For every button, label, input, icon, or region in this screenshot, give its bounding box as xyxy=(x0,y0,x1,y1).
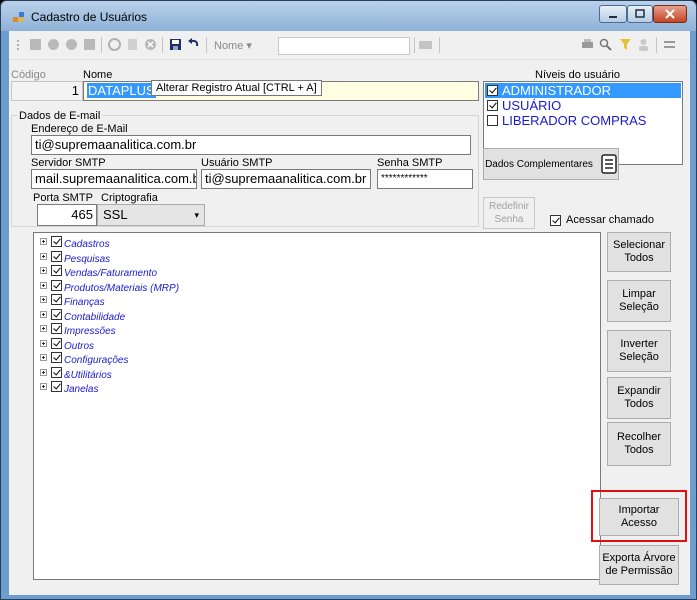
toolbar: Nome ▾ xyxy=(9,31,690,60)
first-record-icon[interactable] xyxy=(29,38,42,51)
expand-icon[interactable] xyxy=(40,252,47,260)
permissions-tree[interactable]: Cadastros Pesquisas Vendas/Faturamento Prod… xyxy=(33,232,601,580)
importar-acesso-button[interactable]: Importar Acesso xyxy=(599,498,679,536)
email-field[interactable]: ti@supremaanalitica.com.br xyxy=(31,135,471,155)
niveis-checkbox-admin[interactable] xyxy=(487,85,498,96)
user-icon[interactable] xyxy=(637,38,650,51)
nome-label: Nome xyxy=(83,69,113,81)
smtp-user-label: Usuário SMTP xyxy=(201,157,273,169)
minimize-button[interactable] xyxy=(599,5,627,23)
tooltip: Alterar Registro Atual [CTRL + A] xyxy=(151,80,322,96)
undo-icon[interactable] xyxy=(187,38,200,51)
niveis-title: Níveis do usuário xyxy=(535,69,620,81)
tree-node-checkbox[interactable] xyxy=(51,236,62,247)
toolbar-separator xyxy=(439,37,440,53)
recolher-todos-button[interactable]: Recolher Todos xyxy=(607,422,671,466)
title-bar: Cadastro de Usuários xyxy=(1,1,696,31)
form-client-area: Nome ▾ Código Nome 1 DATAPLUS Alterar Re… xyxy=(9,31,690,595)
new-record-icon[interactable] xyxy=(108,38,121,51)
toolbar-search-input[interactable] xyxy=(278,37,410,55)
edit-record-icon[interactable] xyxy=(126,38,139,51)
expand-icon[interactable] xyxy=(40,383,47,390)
tree-node-checkbox[interactable] xyxy=(51,366,62,378)
search-icon[interactable] xyxy=(599,38,612,51)
filter-icon[interactable] xyxy=(619,38,632,51)
expand-icon[interactable] xyxy=(40,354,47,361)
tree-node-checkbox[interactable] xyxy=(51,337,62,349)
expand-icon[interactable] xyxy=(40,368,47,376)
crypto-select[interactable]: SSL ▾ xyxy=(97,204,205,226)
keyboard-icon[interactable] xyxy=(419,38,432,51)
app-icon xyxy=(13,12,24,22)
previous-record-icon[interactable] xyxy=(47,38,60,51)
email-group-label: Dados de E-mail xyxy=(17,110,103,122)
crypto-label: Criptografia xyxy=(101,192,158,204)
chevron-down-icon: ▾ xyxy=(194,210,199,220)
toolbar-nome-label: Nome xyxy=(214,40,244,52)
inverter-selecao-button[interactable]: Inverter Seleção xyxy=(607,330,671,372)
dados-complementares-label: Dados Complementares xyxy=(485,158,593,170)
maximize-button[interactable] xyxy=(627,5,653,23)
toolbar-separator xyxy=(414,37,415,53)
smtp-port-field[interactable]: 465 xyxy=(37,204,97,226)
redefinir-senha-button[interactable]: Redefinir Senha xyxy=(483,197,535,229)
main-window: Cadastro de Usuários Nome ▾ Código Nome … xyxy=(0,0,697,600)
toolbar-separator xyxy=(101,37,102,53)
expandir-todos-button[interactable]: Expandir Todos xyxy=(607,377,671,419)
email-label: Endereço de E-Mail xyxy=(31,123,128,135)
codigo-field[interactable]: 1 xyxy=(11,81,83,101)
maximize-icon xyxy=(635,9,645,18)
tree-node-checkbox[interactable] xyxy=(51,352,62,363)
tree-node-checkbox[interactable] xyxy=(51,294,62,305)
tree-node-checkbox[interactable] xyxy=(51,250,62,262)
save-icon[interactable] xyxy=(169,38,182,51)
close-button[interactable] xyxy=(653,5,687,23)
expand-icon[interactable] xyxy=(40,238,47,245)
crypto-value: SSL xyxy=(103,207,128,222)
smtp-port-label: Porta SMTP xyxy=(33,192,93,204)
document-icon xyxy=(601,154,617,174)
menu-icon[interactable] xyxy=(663,38,676,51)
niveis-checkbox-liberador[interactable] xyxy=(487,115,498,126)
window-title: Cadastro de Usuários xyxy=(31,10,148,24)
selecionar-todos-button[interactable]: Selecionar Todos xyxy=(607,232,671,272)
tree-node-checkbox[interactable] xyxy=(51,308,62,320)
toolbar-separator xyxy=(656,37,657,53)
tree-node-label: Janelas xyxy=(64,384,99,395)
delete-record-icon[interactable] xyxy=(144,38,157,51)
codigo-label: Código xyxy=(11,69,46,81)
expand-icon[interactable] xyxy=(40,325,47,332)
exporta-arvore-button[interactable]: Exporta Árvore de Permissão xyxy=(599,545,679,585)
expand-icon[interactable] xyxy=(40,281,47,289)
toolbar-nome-dropdown[interactable]: Nome ▾ xyxy=(214,39,252,52)
tree-node-checkbox[interactable] xyxy=(51,323,62,334)
next-record-icon[interactable] xyxy=(65,38,78,51)
expand-icon[interactable] xyxy=(40,310,47,318)
grip-icon xyxy=(17,40,19,50)
tree-node-checkbox[interactable] xyxy=(51,265,62,276)
expand-icon[interactable] xyxy=(40,339,47,347)
print-icon[interactable] xyxy=(581,38,594,51)
smtp-pass-field[interactable]: ************ xyxy=(377,169,473,189)
close-icon xyxy=(665,9,675,19)
niveis-item-liberador[interactable]: LIBERADOR COMPRAS xyxy=(502,112,646,129)
expand-icon[interactable] xyxy=(40,267,47,274)
expand-icon[interactable] xyxy=(40,296,47,303)
nome-value: DATAPLUS xyxy=(87,83,156,98)
minimize-icon xyxy=(609,16,617,18)
toolbar-separator xyxy=(206,37,207,53)
acessar-chamado-label[interactable]: Acessar chamado xyxy=(566,214,654,226)
limpar-selecao-button[interactable]: Limpar Seleção xyxy=(607,280,671,322)
acessar-chamado-checkbox[interactable] xyxy=(550,215,561,226)
niveis-checkbox-usuario[interactable] xyxy=(487,100,498,111)
smtp-pass-label: Senha SMTP xyxy=(377,157,443,169)
tree-node-checkbox[interactable] xyxy=(51,279,62,291)
smtp-server-field[interactable]: mail.supremaanalitica.com.br xyxy=(31,169,197,189)
last-record-icon[interactable] xyxy=(83,38,96,51)
smtp-server-label: Servidor SMTP xyxy=(31,157,106,169)
smtp-user-field[interactable]: ti@supremaanalitica.com.br xyxy=(201,169,371,189)
tree-node-checkbox[interactable] xyxy=(51,381,62,392)
dados-complementares-button[interactable]: Dados Complementares xyxy=(483,148,619,180)
toolbar-separator xyxy=(162,37,163,53)
